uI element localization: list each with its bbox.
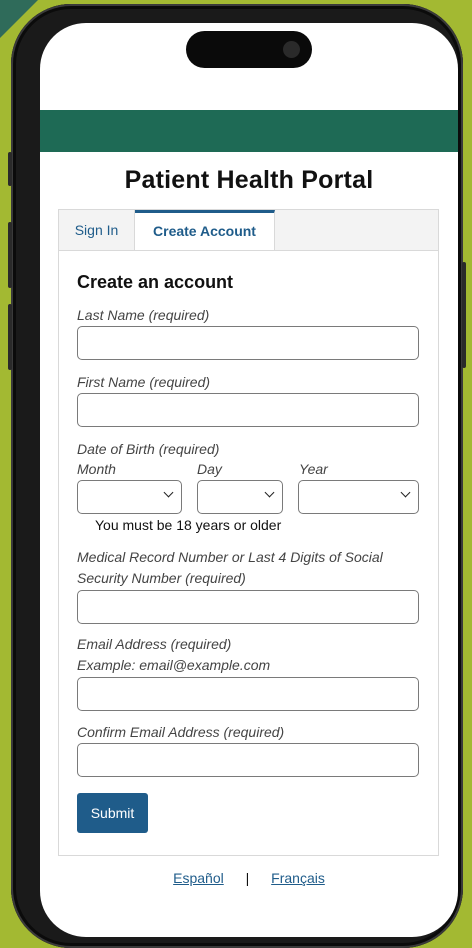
year-select[interactable] [298, 480, 419, 514]
mute-switch [8, 152, 12, 186]
page-title: Patient Health Portal [124, 166, 374, 194]
dynamic-island [186, 31, 312, 68]
mrn-label: Medical Record Number or Last 4 Digits o… [77, 549, 383, 586]
last-name-label: Last Name (required) [77, 307, 210, 323]
chevron-down-icon [264, 487, 275, 498]
day-select[interactable] [197, 480, 283, 514]
phone-frame: Patient Health Portal Sign In Create Acc… [8, 4, 466, 948]
month-select[interactable] [77, 480, 182, 514]
camera-icon [283, 41, 300, 58]
month-label: Month [77, 461, 116, 477]
tab-sign-in[interactable]: Sign In [59, 210, 135, 251]
tab-bar: Sign In Create Account [58, 209, 439, 252]
last-name-input[interactable] [77, 326, 419, 360]
confirm-email-label: Confirm Email Address (required) [77, 724, 285, 740]
volume-down-button [8, 304, 12, 370]
submit-button[interactable]: Submit [77, 793, 148, 833]
chevron-down-icon [400, 487, 411, 498]
power-button [462, 262, 466, 368]
year-label: Year [299, 461, 328, 477]
tab-create-account[interactable]: Create Account [135, 210, 275, 252]
dob-label: Date of Birth (required) [77, 441, 220, 457]
chevron-down-icon [163, 487, 174, 498]
spanish-link[interactable]: Español [173, 870, 224, 886]
phone-screen: Patient Health Portal Sign In Create Acc… [40, 23, 458, 937]
email-input[interactable] [77, 677, 419, 711]
language-separator: | [245, 870, 250, 886]
email-example: Example: email@example.com [77, 657, 271, 673]
day-label: Day [197, 461, 222, 477]
language-links: Español | Français [40, 870, 458, 886]
confirm-email-input[interactable] [77, 743, 419, 777]
age-requirement-note: You must be 18 years or older [95, 517, 282, 533]
mrn-input[interactable] [77, 590, 419, 624]
volume-up-button [8, 222, 12, 288]
header-bar [40, 110, 458, 152]
first-name-input[interactable] [77, 393, 419, 427]
french-link[interactable]: Français [271, 870, 325, 886]
email-label: Email Address (required) [77, 636, 232, 652]
first-name-label: First Name (required) [77, 374, 211, 390]
form-heading: Create an account [77, 272, 234, 292]
